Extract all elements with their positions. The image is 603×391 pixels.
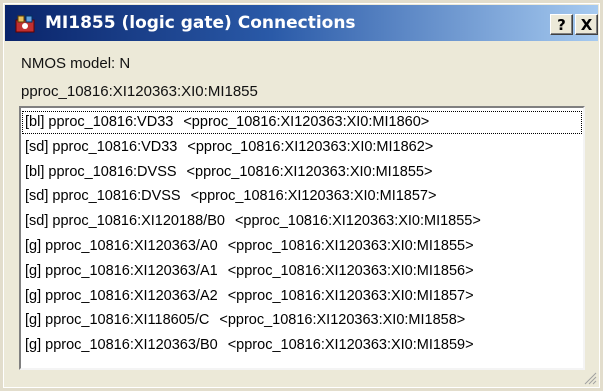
list-item[interactable]: [bl] pproc_10816:VD33 <pproc_10816:XI1203… [21,110,583,135]
list-item[interactable]: [sd] pproc_10816:XI120188/B0 <pproc_10816… [21,209,583,234]
list-item[interactable]: [g] pproc_10816:XI120363/A2 <pproc_10816:… [21,284,583,309]
connected-instance: <pproc_10816:XI120363:XI0:MI1857> [227,287,474,304]
list-item[interactable]: [bl] pproc_10816:DVSS <pproc_10816:XI1203… [21,160,583,185]
pin-label: [bl] [25,114,45,130]
app-icon [15,15,35,33]
window-title: MI1855 (logic gate) Connections [45,13,356,33]
model-label: NMOS model: N [21,55,131,72]
connected-instance: <pproc_10816:XI120363:XI0:MI1862> [187,138,434,155]
pin-label: [g] [25,312,42,329]
connected-instance: <pproc_10816:XI120363:XI0:MI1860> [183,114,430,130]
resize-grip-icon[interactable] [583,371,597,385]
pin-label: [bl] [25,163,45,180]
connections-dialog: MI1855 (logic gate) Connections ? X NMOS… [0,0,603,391]
pin-label: [g] [25,337,42,354]
net-name: pproc_10816:XI120188/B0 [52,213,225,230]
list-item[interactable]: [sd] pproc_10816:VD33 <pproc_10816:XI1203… [21,135,583,160]
net-name: pproc_10816:XI120363/A2 [45,287,218,304]
pin-label: [sd] [25,138,49,155]
list-item[interactable]: [g] pproc_10816:XI120363/A1 <pproc_10816:… [21,259,583,284]
connected-instance: <pproc_10816:XI120363:XI0:MI1855> [186,163,433,180]
connected-instance: <pproc_10816:XI120363:XI0:MI1859> [227,337,474,354]
net-name: pproc_10816:XI120363/A1 [45,262,218,279]
help-button[interactable]: ? [550,14,573,35]
instance-path-label: pproc_10816:XI120363:XI0:MI1855 [21,83,258,100]
connections-list: [bl] pproc_10816:VD33 <pproc_10816:XI1203… [21,108,583,358]
net-name: pproc_10816:VD33 [52,138,178,155]
net-name: pproc_10816:VD33 [48,114,174,130]
list-item[interactable]: [g] pproc_10816:XI118605/C <pproc_10816:X… [21,308,583,333]
list-item[interactable]: [g] pproc_10816:XI120363/A0 <pproc_10816:… [21,234,583,259]
list-item[interactable]: [sd] pproc_10816:DVSS <pproc_10816:XI1203… [21,184,583,209]
connected-instance: <pproc_10816:XI120363:XI0:MI1855> [227,237,474,254]
pin-label: [g] [25,237,42,254]
net-name: pproc_10816:XI120363/B0 [45,337,218,354]
pin-label: [sd] [25,188,49,205]
connected-instance: <pproc_10816:XI120363:XI0:MI1855> [234,213,481,230]
net-name: pproc_10816:XI118605/C [45,312,210,329]
connected-instance: <pproc_10816:XI120363:XI0:MI1858> [219,312,466,329]
pin-label: [sd] [25,213,49,230]
net-name: pproc_10816:DVSS [52,188,181,205]
connected-instance: <pproc_10816:XI120363:XI0:MI1857> [190,188,437,205]
net-name: pproc_10816:DVSS [48,163,177,180]
pin-label: [g] [25,287,42,304]
connections-listbox[interactable]: [bl] pproc_10816:VD33 <pproc_10816:XI1203… [19,106,585,370]
connected-instance: <pproc_10816:XI120363:XI0:MI1856> [227,262,474,279]
close-button[interactable]: X [575,14,598,35]
title-bar[interactable]: MI1855 (logic gate) Connections ? X [5,5,598,41]
list-item[interactable]: [g] pproc_10816:XI120363/B0 <pproc_10816:… [21,333,583,358]
net-name: pproc_10816:XI120363/A0 [45,237,218,254]
pin-label: [g] [25,262,42,279]
